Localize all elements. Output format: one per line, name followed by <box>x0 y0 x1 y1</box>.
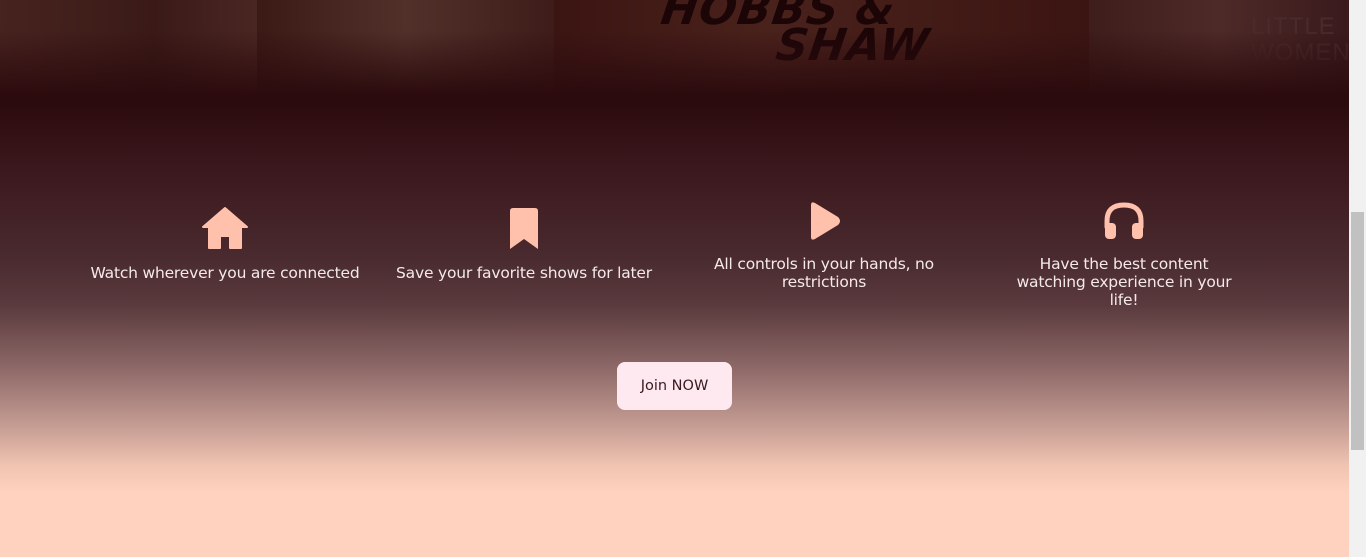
scrollbar-thumb[interactable] <box>1351 212 1364 450</box>
poster-logo: HOBBS & SHAW <box>658 0 933 71</box>
feature-label: All controls in your hands, no restricti… <box>714 255 934 291</box>
poster-strip: HOBBS & SHAW LITTLE WOMEN <box>0 0 1349 95</box>
feature-save-later: Save your favorite shows for later <box>374 200 674 282</box>
join-now-button[interactable]: Join NOW <box>617 362 732 410</box>
play-icon <box>811 202 840 240</box>
landing-page: HOBBS & SHAW LITTLE WOMEN Watch wherever… <box>0 0 1349 557</box>
scrollbar[interactable] <box>1349 0 1366 557</box>
poster-hobbs-shaw: HOBBS & SHAW <box>554 0 1089 95</box>
features-row: Watch wherever you are connected Save yo… <box>75 200 1275 310</box>
headphones-icon <box>1104 202 1144 239</box>
poster-1 <box>0 0 257 95</box>
home-icon <box>202 207 248 249</box>
feature-label: Save your favorite shows for later <box>396 264 652 282</box>
poster-2 <box>257 0 554 95</box>
feature-label: Have the best content watching experienc… <box>1016 255 1232 309</box>
feature-controls: All controls in your hands, no restricti… <box>674 200 974 291</box>
feature-experience: Have the best content watching experienc… <box>974 200 1274 309</box>
feature-watch-anywhere: Watch wherever you are connected <box>75 200 375 282</box>
bookmark-icon <box>510 208 538 249</box>
poster-little-women: LITTLE WOMEN <box>1089 0 1349 95</box>
poster-title: LITTLE WOMEN <box>1251 13 1349 66</box>
feature-label: Watch wherever you are connected <box>90 264 360 282</box>
